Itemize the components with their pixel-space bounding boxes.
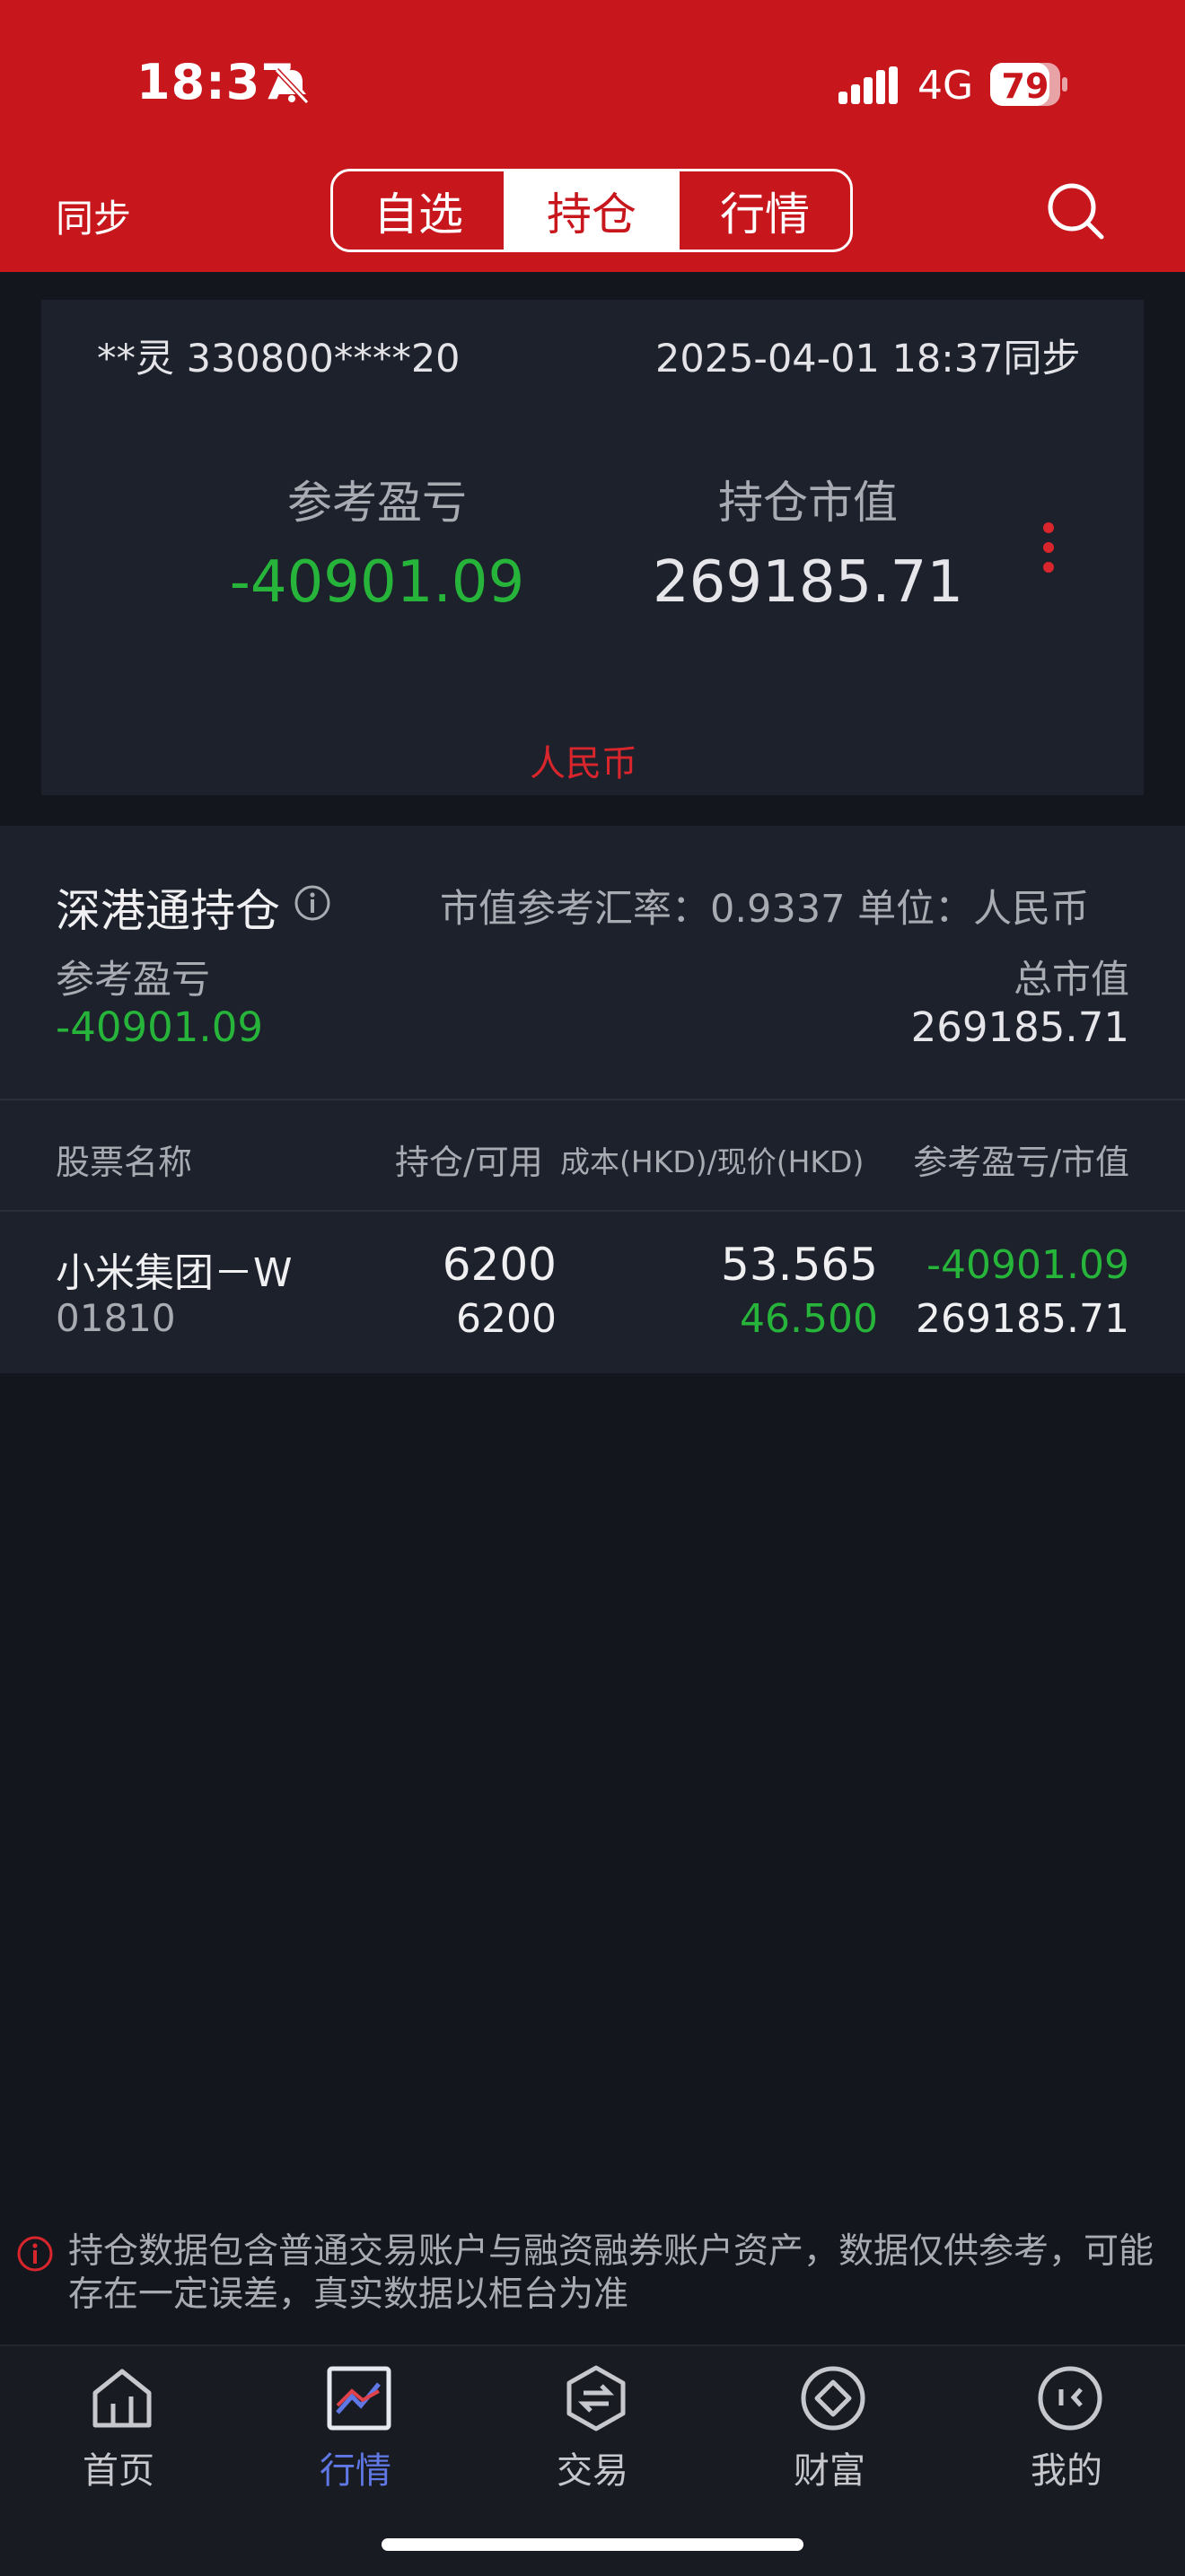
disclaimer-text: 持仓数据包含普通交易账户与融资融券账户资产，数据仅供参考，可能存在一定误差，真实… <box>68 2231 1154 2315</box>
profile-icon <box>1038 2366 1102 2431</box>
ref-pl-value: -40901.09 <box>229 549 525 616</box>
home-indicator[interactable] <box>382 2538 803 2551</box>
tab-label: 行情 <box>320 2450 391 2492</box>
tab-watchlist[interactable]: 自选 <box>333 171 504 250</box>
section-total-label: 总市值 <box>1014 958 1129 1003</box>
cost-price: 53.565 <box>721 1239 878 1291</box>
bell-muted-icon <box>274 67 310 105</box>
section-title: 深港通持仓 <box>56 885 280 937</box>
header-pl-mv: 参考盈亏/市值 <box>913 1143 1129 1182</box>
market-chart-icon <box>327 2366 391 2431</box>
view-tabs: 自选 持仓 行情 <box>330 169 853 252</box>
cellular-signal-icon <box>838 66 898 104</box>
tab-trade[interactable]: 交易 <box>512 2352 673 2495</box>
trade-exchange-icon <box>566 2365 626 2431</box>
tab-profile[interactable]: 我的 <box>986 2352 1147 2495</box>
info-icon <box>17 2236 53 2272</box>
section-pl-label: 参考盈亏 <box>56 958 210 1003</box>
exchange-rate-unit: 市值参考汇率：0.9337 单位：人民币 <box>440 887 1090 932</box>
tab-positions[interactable]: 持仓 <box>504 171 677 250</box>
position-mv-label: 持仓市值 <box>718 477 898 529</box>
tab-label: 首页 <box>83 2450 154 2492</box>
divider <box>0 1099 1185 1100</box>
sync-timestamp: 2025-04-01 18:37同步 <box>655 337 1081 381</box>
more-vertical-icon[interactable] <box>1032 519 1065 576</box>
position-mv-value: 269185.71 <box>652 549 964 616</box>
row-pl: -40901.09 <box>926 1242 1129 1288</box>
header-hold: 持仓/可用 <box>395 1143 543 1182</box>
section-total-value: 269185.71 <box>910 1003 1129 1051</box>
network-type: 4G <box>917 63 974 109</box>
sync-button[interactable]: 同步 <box>56 188 131 243</box>
tab-market[interactable]: 行情 <box>677 171 850 250</box>
row-market-value: 269185.71 <box>916 1296 1129 1342</box>
currency-selector[interactable]: 人民币 <box>413 734 754 786</box>
header-name: 股票名称 <box>56 1143 193 1182</box>
tab-wealth[interactable]: 财富 <box>749 2352 910 2495</box>
tab-label: 财富 <box>794 2450 865 2492</box>
tab-market-nav[interactable]: 行情 <box>275 2352 436 2495</box>
home-icon <box>92 2369 152 2428</box>
wealth-icon <box>801 2366 865 2431</box>
tab-home[interactable]: 首页 <box>38 2352 199 2495</box>
available-qty: 6200 <box>456 1296 557 1342</box>
battery-level: 79 <box>1001 66 1049 106</box>
info-icon[interactable] <box>294 884 331 922</box>
ref-pl-label: 参考盈亏 <box>287 477 467 529</box>
section-pl-value: -40901.09 <box>56 1003 263 1051</box>
tab-label: 交易 <box>557 2450 628 2492</box>
current-price: 46.500 <box>740 1296 878 1342</box>
stock-code: 01810 <box>56 1296 176 1340</box>
tab-label: 我的 <box>1031 2450 1102 2492</box>
account-id: **灵 330800****20 <box>97 337 461 381</box>
header-cost-price: 成本(HKD)/现价(HKD) <box>560 1144 865 1179</box>
search-icon[interactable] <box>1044 180 1107 242</box>
stock-name: 小米集团－W <box>56 1250 293 1296</box>
position-qty: 6200 <box>442 1239 557 1291</box>
battery-icon: 79 <box>990 63 1067 108</box>
